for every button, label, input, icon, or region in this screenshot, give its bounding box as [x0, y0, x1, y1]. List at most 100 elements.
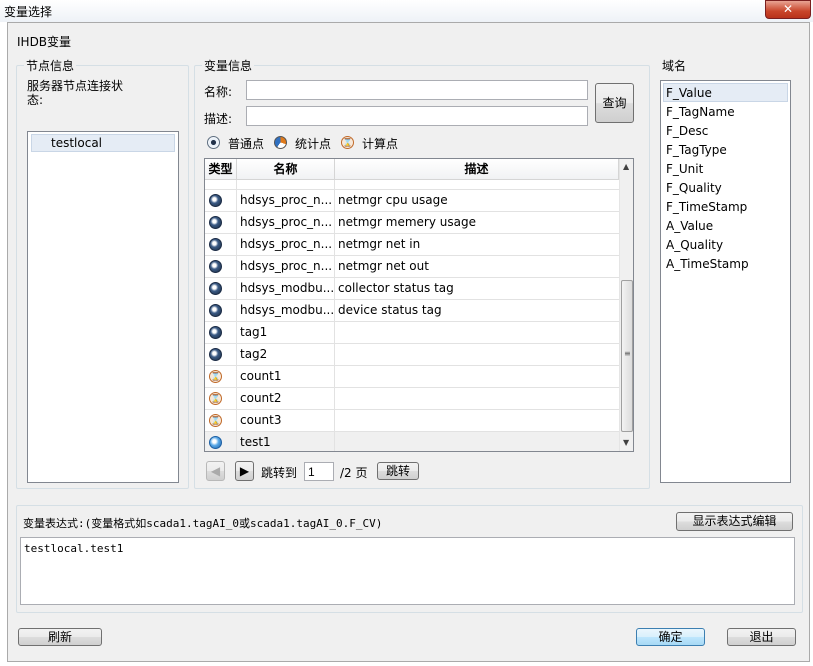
window-title: 变量选择 — [4, 5, 53, 19]
field-item[interactable]: F_Value — [663, 84, 712, 102]
variable-table[interactable]: 类型 名称 描述 hdsys_proc_n... netmgr cpu usage… — [204, 158, 634, 452]
expression-label: 变量表达式:(变量格式如scada1.tagAI_0或scada1.tagAI_… — [23, 517, 383, 530]
desc-cell — [335, 180, 619, 189]
table-row[interactable]: hdsys_proc_n... netmgr memery usage — [205, 212, 619, 234]
jump-label: 跳转到 — [261, 466, 298, 480]
desc-cell: netmgr net out — [338, 259, 429, 273]
type-cell — [205, 278, 237, 299]
jump-button[interactable]: 跳转 — [377, 462, 419, 480]
field-item[interactable]: F_Quality — [663, 179, 722, 197]
desc-input[interactable] — [246, 106, 588, 126]
field-item[interactable]: F_TimeStamp — [663, 198, 747, 216]
type-cell: ⌛ — [205, 366, 237, 387]
next-page-button[interactable]: ▶ — [235, 461, 254, 481]
table-row[interactable]: test1 — [205, 432, 619, 451]
calc-point-icon: ⌛ — [209, 370, 222, 383]
desc-cell: device status tag — [338, 303, 442, 317]
stat-point-icon[interactable] — [274, 136, 287, 149]
var-info-title: 变量信息 — [202, 57, 255, 74]
normal-point-icon — [209, 348, 222, 361]
calc-point-icon[interactable]: ⌛ — [341, 136, 354, 149]
page-number-input[interactable] — [304, 462, 334, 481]
type-cell — [205, 212, 237, 233]
close-button[interactable]: ✕ — [765, 0, 811, 19]
table-row[interactable]: hdsys_modbu... collector status tag — [205, 278, 619, 300]
ok-button[interactable]: 确定 — [636, 628, 705, 646]
table-scrollbar[interactable]: ▲ ≡ ▼ — [619, 159, 633, 451]
field-item[interactable]: F_Unit — [663, 160, 703, 178]
table-row[interactable]: hdsys_proc_n... netmgr net in — [205, 234, 619, 256]
name-cell: tag1 — [237, 322, 335, 343]
name-cell: test1 — [237, 432, 335, 451]
desc-cell — [335, 388, 619, 409]
node-item-label: testlocal — [51, 136, 103, 150]
field-item[interactable]: A_Value — [663, 217, 713, 235]
normal-point-label: 普通点 — [228, 137, 265, 151]
name-cell: count3 — [237, 410, 335, 431]
exit-button[interactable]: 退出 — [727, 628, 796, 646]
server-status-label: 服务器节点连接状态: — [27, 79, 124, 107]
column-header-name[interactable]: 名称 — [237, 159, 335, 180]
field-item[interactable]: A_TimeStamp — [663, 255, 749, 273]
field-item[interactable]: F_Desc — [663, 122, 708, 140]
title-bar — [0, 0, 813, 22]
query-button[interactable]: 查询 — [595, 83, 634, 123]
field-item[interactable]: A_Quality — [663, 236, 723, 254]
normal-point-icon — [209, 238, 222, 251]
name-cell: hdsys_proc_n... — [237, 256, 335, 277]
desc-cell — [335, 410, 619, 431]
column-header-type[interactable]: 类型 — [205, 159, 237, 180]
type-cell — [205, 190, 237, 211]
stat-point-label: 统计点 — [295, 137, 332, 151]
table-row[interactable]: tag1 — [205, 322, 619, 344]
table-row[interactable]: ⌛ count3 — [205, 410, 619, 432]
table-row-partial — [205, 180, 619, 190]
field-list[interactable]: F_Value F_TagName F_Desc F_TagType F_Unit F_Q… — [660, 80, 791, 483]
normal-point-icon — [209, 326, 222, 339]
table-row[interactable]: ⌛ count2 — [205, 388, 619, 410]
scroll-down-arrow[interactable]: ▼ — [623, 438, 629, 447]
table-row[interactable]: tag2 — [205, 344, 619, 366]
refresh-button[interactable]: 刷新 — [18, 628, 102, 646]
name-cell: tag2 — [237, 344, 335, 365]
name-cell: hdsys_modbu... — [237, 278, 335, 299]
name-cell: count2 — [237, 388, 335, 409]
desc-cell: netmgr memery usage — [338, 215, 476, 229]
calc-point-icon: ⌛ — [209, 392, 222, 405]
type-cell — [205, 180, 237, 189]
table-row[interactable]: hdsys_proc_n... netmgr net out — [205, 256, 619, 278]
normal-point-icon — [209, 216, 222, 229]
type-cell — [205, 234, 237, 255]
node-list[interactable]: testlocal — [27, 131, 179, 483]
show-expression-editor-button[interactable]: 显示表达式编辑 — [676, 512, 793, 531]
expression-textarea[interactable]: testlocal.test1 — [20, 537, 795, 605]
calc-point-icon: ⌛ — [209, 414, 222, 427]
normal-point-icon — [209, 304, 222, 317]
desc-cell: netmgr net in — [338, 237, 421, 251]
name-cell: hdsys_modbu... — [237, 300, 335, 321]
table-row[interactable]: ⌛ count1 — [205, 366, 619, 388]
table-row[interactable]: hdsys_proc_n... netmgr cpu usage — [205, 190, 619, 212]
type-cell — [205, 322, 237, 343]
scroll-up-arrow[interactable]: ▲ — [623, 162, 629, 171]
desc-cell — [335, 432, 619, 451]
name-cell: hdsys_proc_n... — [237, 212, 335, 233]
field-item[interactable]: F_TagName — [663, 103, 735, 121]
name-input[interactable] — [246, 80, 588, 100]
desc-label: 描述: — [204, 112, 233, 126]
node-info-title: 节点信息 — [24, 57, 77, 74]
table-row[interactable]: hdsys_modbu... device status tag — [205, 300, 619, 322]
normal-point-radio[interactable] — [207, 136, 220, 149]
type-cell — [205, 344, 237, 365]
name-cell — [237, 180, 335, 189]
dialog-body: IHDB变量 节点信息 服务器节点连接状态: testlocal 变量信息 名称… — [7, 22, 810, 662]
type-cell — [205, 300, 237, 321]
column-header-desc[interactable]: 描述 — [335, 159, 619, 180]
page-total-label: /2 页 — [340, 466, 368, 480]
type-cell: ⌛ — [205, 410, 237, 431]
normal-point-icon — [209, 282, 222, 295]
desc-cell: collector status tag — [338, 281, 454, 295]
scroll-grip-icon: ≡ — [624, 349, 631, 358]
field-item[interactable]: F_TagType — [663, 141, 727, 159]
prev-page-button[interactable]: ◀ — [206, 461, 225, 481]
